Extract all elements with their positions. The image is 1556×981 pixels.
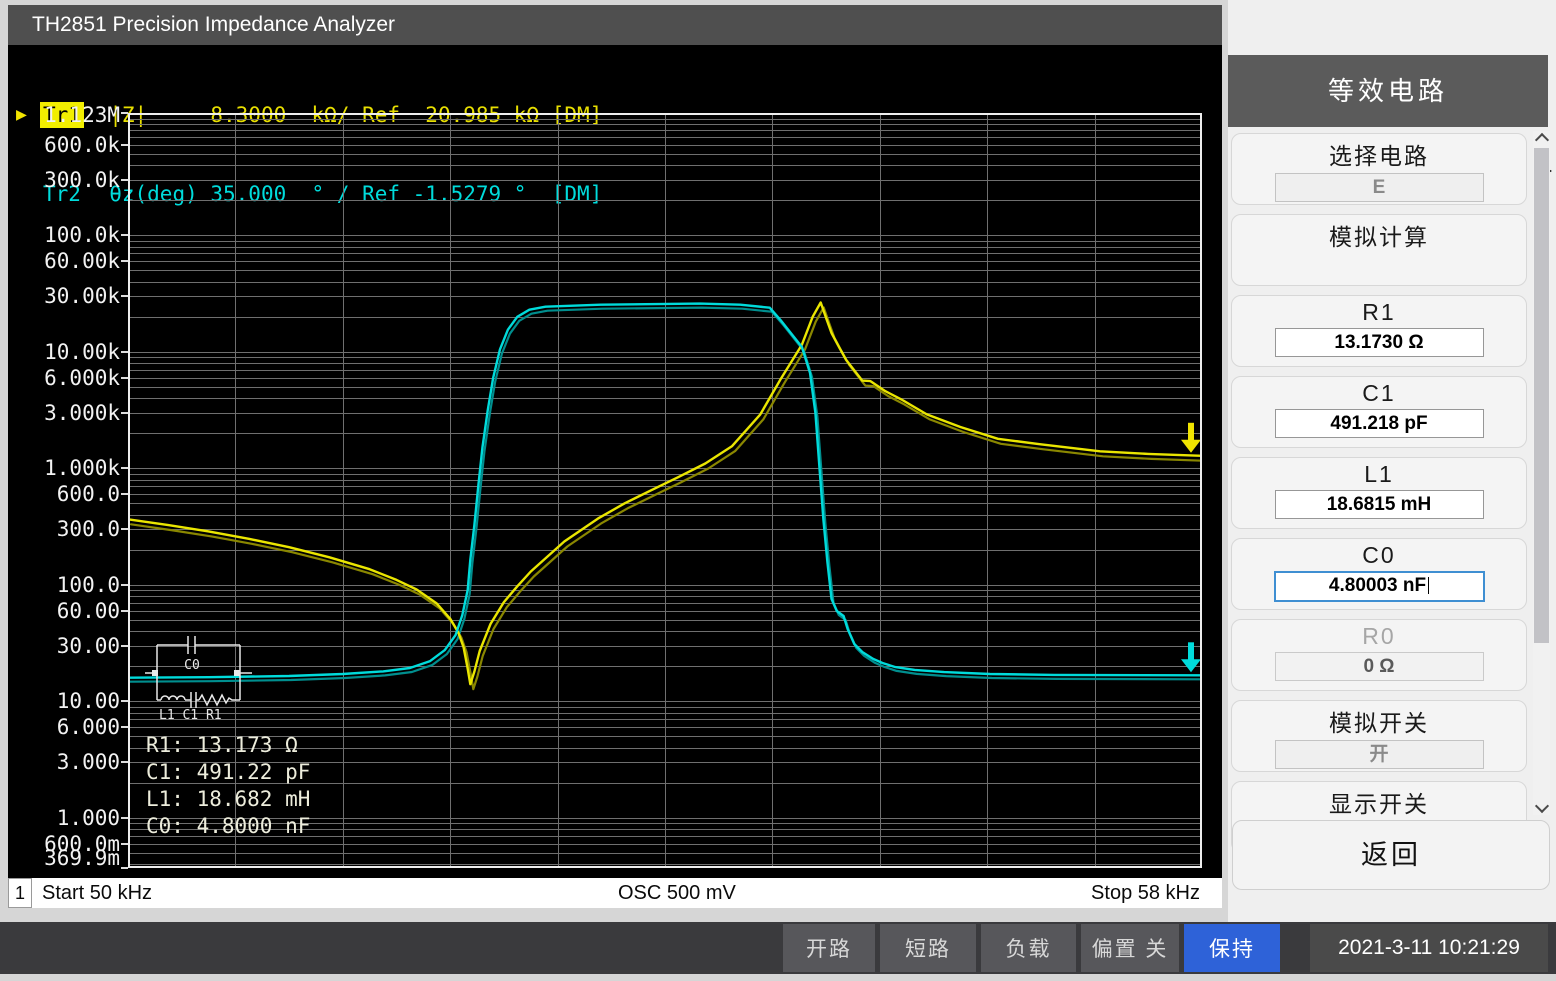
z-tick-label: 600.0 xyxy=(56,482,120,507)
panel-item-label: C0 xyxy=(1362,542,1396,568)
z-tick-label: 1.000 xyxy=(56,805,120,830)
z-tick-mark xyxy=(121,867,128,869)
z-tick-label: 60.00 xyxy=(56,598,120,623)
z-tick-mark xyxy=(121,295,128,298)
panel-title: 等效电路 xyxy=(1228,55,1548,127)
z-tick-mark xyxy=(121,493,128,496)
sweep-status-strip: 1 Start 50 kHz OSC 500 mV Stop 58 kHz xyxy=(8,878,1222,908)
panel-item-value-l1[interactable]: 18.6815 mH xyxy=(1274,490,1484,519)
z-tick-label: 300.0k xyxy=(44,167,120,192)
z-tick-mark xyxy=(121,726,128,729)
scroll-up-icon[interactable] xyxy=(1534,132,1550,148)
panel-item-label: R1 xyxy=(1362,299,1396,325)
channel-number: 1 xyxy=(8,878,32,908)
cal-button-group: 开路 短路 负载 偏置 关保持 xyxy=(783,924,1280,972)
z-tick-label: 60.00k xyxy=(44,249,120,274)
back-button[interactable]: 返回 xyxy=(1232,820,1550,890)
fit-result-l1: L1: 18.682 mH xyxy=(146,787,311,811)
z-tick-mark xyxy=(121,467,128,470)
panel-item-c1[interactable]: C1 491.218 pF xyxy=(1231,376,1527,448)
start-frequency[interactable]: Start 50 kHz xyxy=(42,882,152,905)
z-tick-mark xyxy=(121,842,128,845)
panel-item-label: C1 xyxy=(1362,380,1396,406)
z-tick-label: 100.0k xyxy=(44,223,120,248)
z-tick-label: 30.00k xyxy=(44,284,120,309)
z-tick-mark xyxy=(121,761,128,764)
z-tick-mark xyxy=(121,350,128,353)
scroll-down-icon[interactable] xyxy=(1534,798,1550,814)
z-tick-mark xyxy=(121,376,128,379)
scrollbar-thumb[interactable] xyxy=(1534,148,1549,643)
z-tick-label: 300.0 xyxy=(56,517,120,542)
panel-item-sim-switch[interactable]: 模拟开关开 xyxy=(1231,700,1527,772)
z-tick-mark xyxy=(121,528,128,531)
z-tick-mark xyxy=(121,112,128,114)
stop-frequency[interactable]: Stop 58 kHz xyxy=(1091,882,1200,905)
z-tick-label: 10.00 xyxy=(56,689,120,714)
fit-result-c0: C0: 4.8000 nF xyxy=(146,814,311,838)
fit-result-r1: R1: 13.173 Ω xyxy=(146,733,298,757)
panel-item-value-r1[interactable]: 13.1730 Ω xyxy=(1274,328,1484,357)
window-title: TH2851 Precision Impedance Analyzer xyxy=(32,13,396,36)
z-tick-label: 1.123M xyxy=(44,103,120,127)
panel-item-value-r0[interactable]: 0 Ω xyxy=(1274,652,1484,681)
z-tick-mark xyxy=(121,411,128,414)
z-tick-label: 100.0 xyxy=(56,572,120,597)
z-tick-label: 600.0k xyxy=(44,132,120,157)
z-tick-label: 3.000 xyxy=(56,750,120,775)
z-tick-mark xyxy=(121,644,128,647)
side-panel: 等效电路 选择电路 E 模拟计算 R1 13.1730 Ω C1 491.218 pF L1 1… xyxy=(1228,0,1556,922)
osc-level[interactable]: OSC 500 mV xyxy=(618,882,736,905)
panel-item-value-select-circuit[interactable]: E xyxy=(1274,173,1484,202)
circuit-branch-label: L1 C1 R1 xyxy=(159,708,222,723)
panel-item-r0[interactable]: R0 0 Ω xyxy=(1231,619,1527,691)
panel-item-label: 模拟开关 xyxy=(1329,710,1429,736)
z-tick-label: 1.000k xyxy=(44,456,120,481)
panel-item-r1[interactable]: R1 13.1730 Ω xyxy=(1231,295,1527,367)
z-tick-mark xyxy=(121,583,128,586)
z-tick-label: 10.00k xyxy=(44,339,120,364)
panel-item-label: 显示开关 xyxy=(1329,791,1429,817)
panel-item-value-c1[interactable]: 491.218 pF xyxy=(1274,409,1484,438)
z-tick-label: 3.000k xyxy=(44,400,120,425)
z-tick-mark xyxy=(121,234,128,237)
panel-item-label: 选择电路 xyxy=(1329,143,1429,169)
z-tick-mark xyxy=(121,143,128,146)
open-cal-button[interactable]: 开路 xyxy=(783,924,875,972)
short-cal-button[interactable]: 短路 xyxy=(880,924,976,972)
z-tick-mark xyxy=(121,700,128,703)
bottom-bar: 开路 短路 负载 偏置 关保持 2021-3-11 10:21:29 xyxy=(0,922,1556,974)
datetime-display: 2021-3-11 10:21:29 xyxy=(1310,924,1548,972)
panel-item-label: 模拟计算 xyxy=(1329,224,1429,250)
panel-item-value-sim-switch[interactable]: 开 xyxy=(1274,740,1484,769)
title-bar: TH2851 Precision Impedance Analyzer xyxy=(8,5,1222,45)
z-tick-label: 369.9m xyxy=(44,846,120,870)
tr1-level-arrow-icon xyxy=(1181,422,1201,453)
panel-item-value-c0[interactable]: 4.80003 nF xyxy=(1273,571,1485,602)
load-cal-button[interactable]: 负载 xyxy=(981,924,1076,972)
panel-item-simulate-calculate[interactable]: 模拟计算 xyxy=(1231,214,1527,286)
z-tick-mark xyxy=(121,816,128,819)
z-tick-label: 6.000 xyxy=(56,715,120,740)
bias-off-button[interactable]: 偏置 关 xyxy=(1081,924,1179,972)
z-tick-mark xyxy=(121,609,128,612)
panel-item-label: R0 xyxy=(1362,623,1396,649)
z-tick-label: 6.000k xyxy=(44,365,120,390)
instrument-window: TH2851 Precision Impedance Analyzer ▶ Tr1… xyxy=(0,0,1556,981)
z-tick-mark xyxy=(121,178,128,181)
panel-item-select-circuit[interactable]: 选择电路 E xyxy=(1231,133,1552,205)
panel-item-l1[interactable]: L1 18.6815 mH xyxy=(1231,457,1527,529)
panel-scrollbar[interactable] xyxy=(1533,131,1550,815)
panel-item-label: L1 xyxy=(1364,461,1394,487)
z-tick-label: 30.00 xyxy=(56,633,120,658)
panel-item-c0[interactable]: C0 4.80003 nF xyxy=(1231,538,1527,610)
z-tick-mark xyxy=(121,260,128,263)
fit-result-c1: C1: 491.22 pF xyxy=(146,760,311,784)
hold-button[interactable]: 保持 xyxy=(1184,924,1280,972)
circuit-c0-label: C0 xyxy=(184,658,200,673)
